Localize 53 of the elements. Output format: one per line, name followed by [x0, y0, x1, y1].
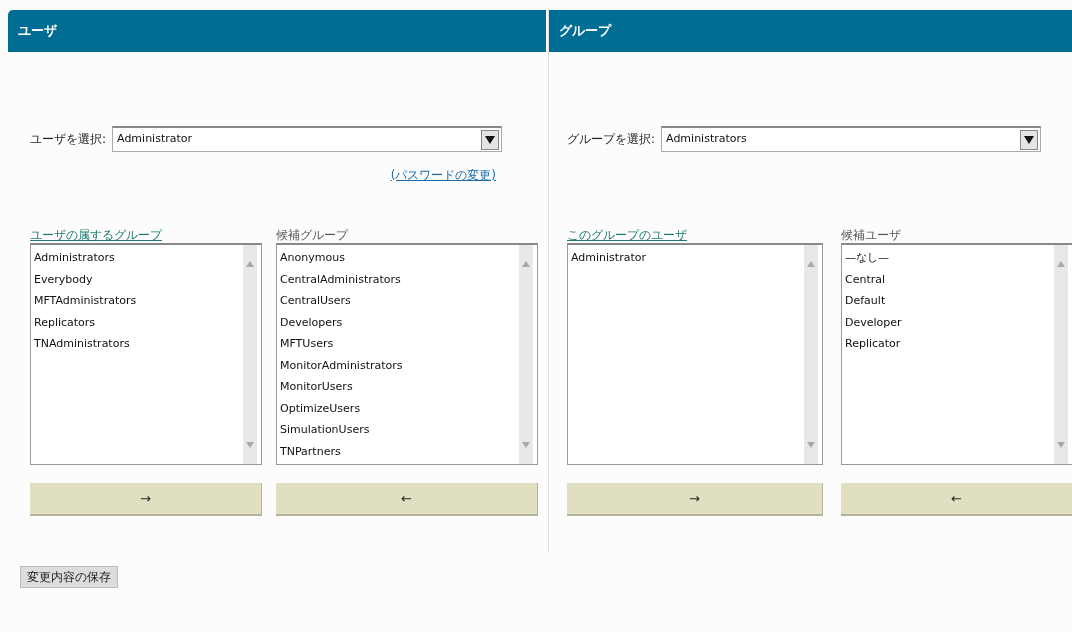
- list-item[interactable]: —なし—: [845, 247, 1054, 269]
- list-item[interactable]: Everybody: [34, 268, 243, 290]
- scroll-down-icon[interactable]: [807, 442, 815, 448]
- scroll-up-icon[interactable]: [522, 261, 530, 267]
- move-button[interactable]: →: [30, 483, 262, 516]
- list-item[interactable]: Default: [845, 290, 1054, 312]
- list-item[interactable]: Developers: [280, 311, 519, 333]
- list-label: ユーザの属するグループ: [30, 228, 164, 243]
- list-label: 候補グループ: [276, 228, 350, 243]
- change-password-link[interactable]: (パスワードの変更): [390, 166, 496, 184]
- scroll-down-icon[interactable]: [1057, 442, 1065, 448]
- scrollbar[interactable]: [804, 245, 818, 464]
- move-button[interactable]: ←: [276, 483, 538, 516]
- panel-title: グループ: [559, 22, 611, 41]
- list-item[interactable]: SimulationUsers: [280, 419, 519, 441]
- list-item[interactable]: MFTAdministrators: [34, 290, 243, 312]
- list-item[interactable]: Administrators: [34, 247, 243, 269]
- select-dropdown[interactable]: Administrators: [661, 126, 1042, 152]
- save-button[interactable]: 変更内容の保存: [20, 566, 118, 588]
- list-label: 候補ユーザ: [841, 228, 902, 243]
- scrollbar[interactable]: [243, 245, 257, 464]
- move-button[interactable]: ←: [841, 483, 1072, 516]
- list-item[interactable]: CentralUsers: [280, 290, 519, 312]
- list-box[interactable]: —なし— Central Default Developer Replicator: [841, 243, 1072, 465]
- scrollbar[interactable]: [1054, 245, 1068, 464]
- list-item[interactable]: CentralAdministrators: [280, 268, 519, 290]
- list-label: このグループのユーザ: [567, 228, 688, 243]
- list-box[interactable]: Anonymous CentralAdministrators CentralUsers Developers MFTUsers MonitorAdministrators MonitorUsers OptimizeUsers SimulationUsers TNPartners: [276, 243, 538, 465]
- list-item[interactable]: TNAdministrators: [34, 333, 243, 355]
- list-box[interactable]: Administrators Everybody MFTAdministrators Replicators TNAdministrators: [30, 243, 262, 465]
- list-item[interactable]: MonitorUsers: [280, 376, 519, 398]
- list-item[interactable]: MonitorAdministrators: [280, 354, 519, 376]
- select-dropdown[interactable]: Administrator: [112, 126, 503, 152]
- scroll-down-icon[interactable]: [246, 442, 254, 448]
- select-label: グループを選択:: [567, 131, 656, 147]
- list-box[interactable]: Administrator: [567, 243, 823, 465]
- scroll-up-icon[interactable]: [246, 261, 254, 267]
- scroll-down-icon[interactable]: [522, 442, 530, 448]
- list-item[interactable]: MFTUsers: [280, 333, 519, 355]
- list-item[interactable]: TNPartners: [280, 440, 519, 462]
- list-item[interactable]: Central: [845, 268, 1054, 290]
- list-item[interactable]: Administrator: [571, 247, 804, 269]
- scroll-up-icon[interactable]: [1057, 261, 1065, 267]
- list-item[interactable]: OptimizeUsers: [280, 397, 519, 419]
- list-item[interactable]: Replicator: [845, 333, 1054, 355]
- select-label: ユーザを選択:: [30, 131, 107, 147]
- list-item[interactable]: Replicators: [34, 311, 243, 333]
- move-button[interactable]: →: [567, 483, 823, 516]
- scroll-up-icon[interactable]: [807, 261, 815, 267]
- list-item[interactable]: Developer: [845, 311, 1054, 333]
- scrollbar[interactable]: [519, 245, 533, 464]
- panel-title: ユーザ: [18, 22, 57, 41]
- list-item[interactable]: Anonymous: [280, 247, 519, 269]
